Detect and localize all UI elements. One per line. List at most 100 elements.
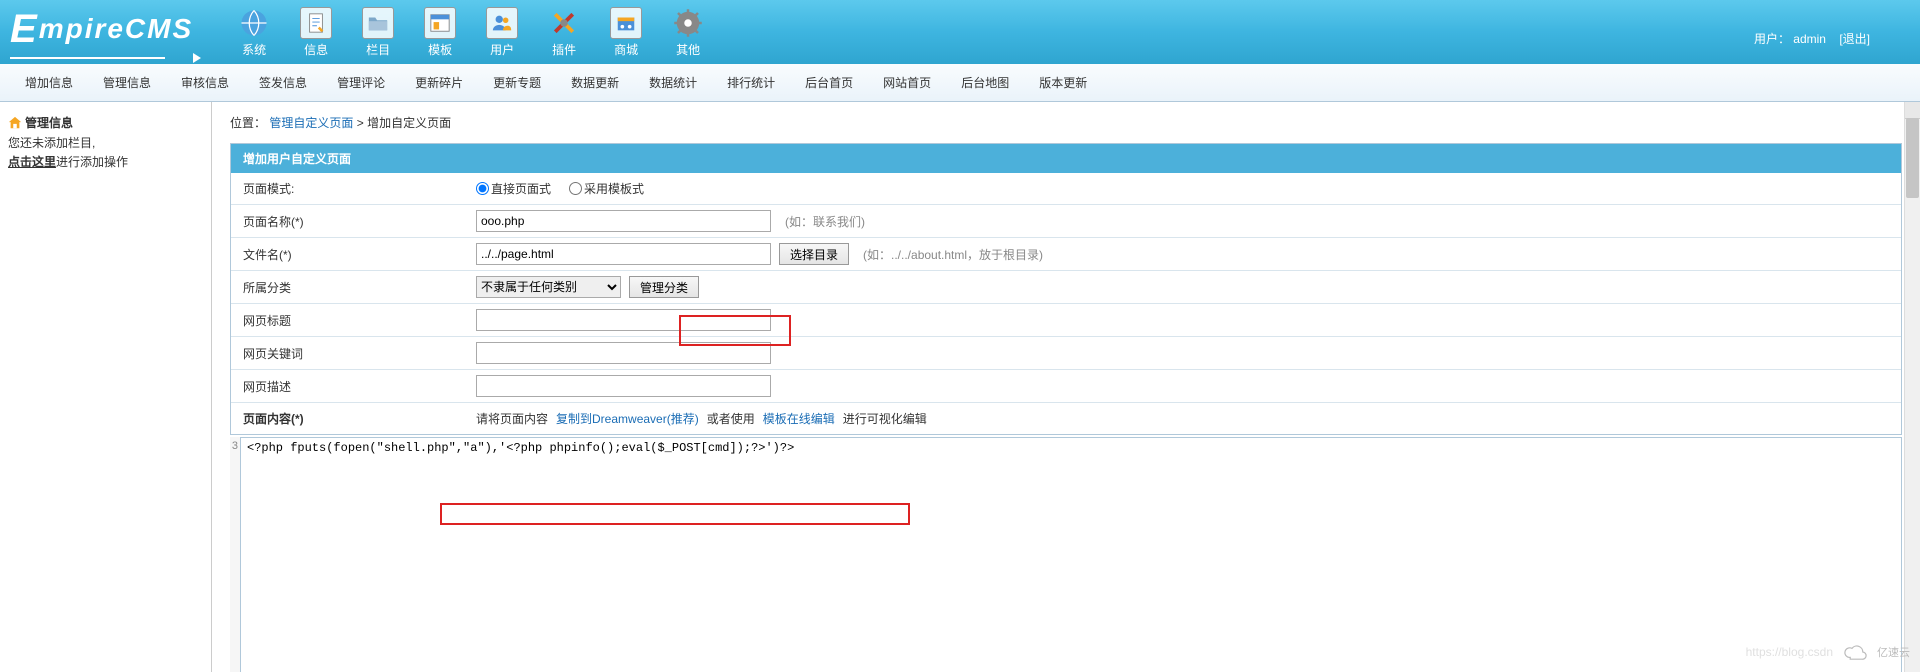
input-page-title[interactable]: [476, 309, 771, 331]
input-page-keyword[interactable]: [476, 342, 771, 364]
row-keyword: 网页关键词: [231, 337, 1901, 370]
radio-template[interactable]: 采用模板式: [569, 180, 644, 197]
nav-item-window[interactable]: 模板: [409, 3, 471, 62]
label-keyword: 网页关键词: [231, 338, 476, 369]
row-mode: 页面模式: 直接页面式 采用模板式: [231, 173, 1901, 205]
label-file: 文件名(*): [231, 239, 476, 270]
panel-header: 增加用户自定义页面: [231, 144, 1901, 173]
nav-label: 商城: [614, 41, 638, 58]
logout-link[interactable]: [退出]: [1839, 32, 1870, 46]
plugin-icon: [548, 7, 580, 39]
nav-item-plugin[interactable]: 插件: [533, 3, 595, 62]
nav-item-doc[interactable]: 信息: [285, 3, 347, 62]
link-online-edit[interactable]: 模板在线编辑: [763, 410, 835, 427]
home-icon: [8, 116, 22, 130]
top-header: EmpireCMS 系统 信息 栏目 模板 用户插件 商城 其他 用户： admin [退出…: [0, 0, 1920, 64]
nav-item-users[interactable]: 用户: [471, 3, 533, 62]
logo: EmpireCMS: [10, 7, 193, 57]
nav-item-folder[interactable]: 栏目: [347, 3, 409, 62]
subnav-item-6[interactable]: 更新专题: [493, 74, 541, 91]
breadcrumb-link[interactable]: 管理自定义页面: [269, 116, 353, 130]
subnav-item-9[interactable]: 排行统计: [727, 74, 775, 91]
nav-label: 栏目: [366, 41, 390, 58]
nav-item-gear[interactable]: 其他: [657, 3, 719, 62]
sidebar: 管理信息 您还未添加栏目, 点击这里进行添加操作: [0, 102, 212, 672]
row-desc: 网页描述: [231, 370, 1901, 403]
radio-direct[interactable]: 直接页面式: [476, 180, 551, 197]
subnav-item-10[interactable]: 后台首页: [805, 74, 853, 91]
subnav-item-2[interactable]: 审核信息: [181, 74, 229, 91]
content-text-post: 进行可视化编辑: [843, 410, 927, 427]
scrollbar-vertical[interactable]: [1904, 102, 1920, 672]
content: 位置： 管理自定义页面 > 增加自定义页面 增加用户自定义页面 页面模式: 直接…: [212, 102, 1920, 672]
label-mode: 页面模式:: [231, 173, 476, 204]
window-icon: [424, 7, 456, 39]
sidebar-line2-tail: 进行添加操作: [56, 155, 128, 169]
form-panel: 增加用户自定义页面 页面模式: 直接页面式 采用模板式 页面名称(*) (如：联…: [230, 143, 1902, 435]
content-text-pre: 请将页面内容: [476, 410, 548, 427]
radio-template-label: 采用模板式: [584, 180, 644, 197]
subnav-item-1[interactable]: 管理信息: [103, 74, 151, 91]
select-category[interactable]: 不隶属于任何类别: [476, 276, 621, 298]
btn-choose-dir[interactable]: 选择目录: [779, 243, 849, 265]
subnav-item-7[interactable]: 数据更新: [571, 74, 619, 91]
users-icon: [486, 7, 518, 39]
input-file-name[interactable]: [476, 243, 771, 265]
subnav-item-0[interactable]: 增加信息: [25, 74, 73, 91]
hint-file: (如：../../about.html，放于根目录): [863, 246, 1043, 263]
radio-direct-input[interactable]: [476, 182, 489, 195]
subnav-item-4[interactable]: 管理评论: [337, 74, 385, 91]
nav-label: 系统: [242, 41, 266, 58]
logo-big-e: E: [10, 7, 39, 51]
sidebar-add-link[interactable]: 点击这里: [8, 155, 56, 169]
textarea-page-content[interactable]: [240, 437, 1902, 672]
sidebar-title-text: 管理信息: [25, 114, 73, 131]
breadcrumb-sep: >: [357, 116, 367, 130]
user-name: admin: [1793, 32, 1826, 46]
subnav-item-8[interactable]: 数据统计: [649, 74, 697, 91]
breadcrumb-current: 增加自定义页面: [367, 116, 451, 130]
code-area-wrap: 3: [230, 437, 1902, 672]
nav-label: 信息: [304, 41, 328, 58]
link-dreamweaver[interactable]: 复制到Dreamweaver(推荐): [556, 410, 699, 427]
row-content-label: 页面内容(*) 请将页面内容复制到Dreamweaver(推荐) 或者使用模板在线…: [231, 403, 1901, 434]
nav-item-shop[interactable]: 商城: [595, 3, 657, 62]
nav-label: 模板: [428, 41, 452, 58]
folder-icon: [362, 7, 394, 39]
subnav-item-13[interactable]: 版本更新: [1039, 74, 1087, 91]
label-category: 所属分类: [231, 272, 476, 303]
shop-icon: [610, 7, 642, 39]
btn-manage-category[interactable]: 管理分类: [629, 276, 699, 298]
label-name: 页面名称(*): [231, 206, 476, 237]
logo-text: mpireCMS: [39, 13, 193, 44]
label-title: 网页标题: [231, 305, 476, 336]
sidebar-title: 管理信息: [8, 114, 203, 131]
label-content: 页面内容(*): [231, 403, 476, 434]
subnav-item-3[interactable]: 签发信息: [259, 74, 307, 91]
input-page-desc[interactable]: [476, 375, 771, 397]
subnav-item-11[interactable]: 网站首页: [883, 74, 931, 91]
row-file: 文件名(*) 选择目录 (如：../../about.html，放于根目录): [231, 238, 1901, 271]
label-desc: 网页描述: [231, 371, 476, 402]
main-wrap: 管理信息 您还未添加栏目, 点击这里进行添加操作 位置： 管理自定义页面 > 增…: [0, 102, 1920, 672]
nav-label: 插件: [552, 41, 576, 58]
watermark: https://blog.csdn 亿速云: [1746, 642, 1910, 662]
watermark-brand: 亿速云: [1877, 644, 1910, 660]
subnav-item-5[interactable]: 更新碎片: [415, 74, 463, 91]
content-text-mid: 或者使用: [707, 410, 755, 427]
subnav-item-12[interactable]: 后台地图: [961, 74, 1009, 91]
radio-template-input[interactable]: [569, 182, 582, 195]
mode-radio-group: 直接页面式 采用模板式: [476, 180, 644, 197]
breadcrumb: 位置： 管理自定义页面 > 增加自定义页面: [212, 102, 1920, 143]
nav-item-globe[interactable]: 系统: [223, 3, 285, 62]
row-name: 页面名称(*) (如：联系我们): [231, 205, 1901, 238]
gear-icon: [672, 7, 704, 39]
content-instruction: 请将页面内容复制到Dreamweaver(推荐) 或者使用模板在线编辑进行可视化编…: [476, 405, 1901, 432]
globe-icon: [238, 7, 270, 39]
user-prefix: 用户：: [1754, 32, 1790, 46]
code-line-number: 3: [230, 437, 240, 672]
row-category: 所属分类 不隶属于任何类别 管理分类: [231, 271, 1901, 304]
input-page-name[interactable]: [476, 210, 771, 232]
breadcrumb-prefix: 位置：: [230, 116, 266, 130]
sub-nav: 增加信息 管理信息 审核信息 签发信息 管理评论 更新碎片 更新专题 数据更新 数据统计 排行统计…: [0, 64, 1920, 102]
